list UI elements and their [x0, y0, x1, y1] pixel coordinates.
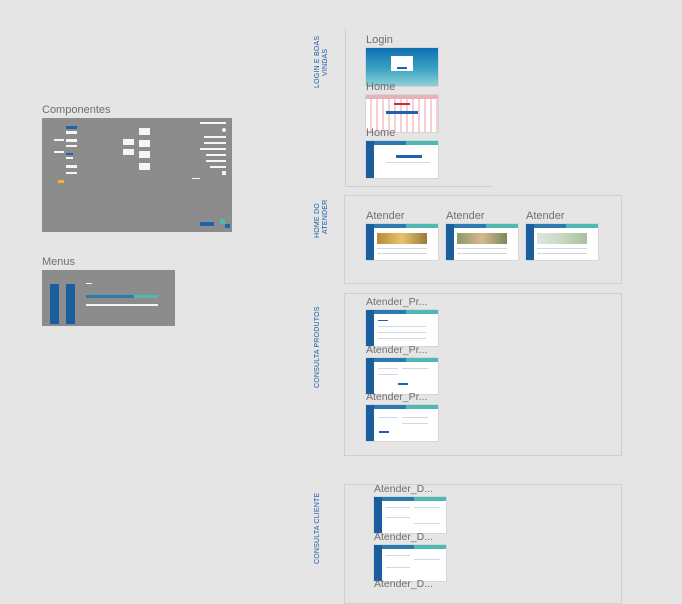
section-label-line: LOGIN E BOAS: [314, 35, 321, 88]
home-logo: [396, 155, 422, 158]
menu-sidebar: [50, 284, 59, 324]
frame-title-componentes[interactable]: Componentes: [42, 104, 111, 116]
frame-title-home-2[interactable]: Home: [366, 127, 395, 139]
component-card: [123, 139, 134, 145]
component-icon: [225, 224, 230, 228]
section-label-line: CONSULTA PRODUTOS: [314, 306, 321, 388]
produto-button: [398, 383, 408, 385]
frame-atender-1[interactable]: [366, 224, 438, 260]
component-field: [210, 166, 226, 168]
frame-title-atender-1[interactable]: Atender: [366, 210, 405, 222]
component-warning-tag: [58, 180, 64, 183]
login-button: [397, 67, 407, 69]
component-field: [200, 148, 226, 150]
section-label-consulta-produtos: CONSULTA PRODUTOS: [314, 306, 322, 388]
section-label-line: VINDAS: [322, 48, 329, 76]
component-field: [204, 136, 226, 138]
component-card: [139, 151, 150, 158]
component-checkbox: [222, 171, 226, 175]
menu-line: [86, 304, 158, 306]
produto-button: [379, 431, 389, 433]
frame-title-atender-2[interactable]: Atender: [446, 210, 485, 222]
home-grid-header: [366, 95, 438, 99]
atender-banner: [537, 233, 587, 244]
frame-title-atender-produtos-2[interactable]: Atender_Pr...: [366, 344, 427, 356]
menu-sidebar-expanded: [66, 284, 75, 324]
home-grid-title: [394, 103, 410, 105]
section-label-line: HOME DO: [314, 203, 321, 238]
component-radio: [222, 128, 226, 132]
component-card: [139, 163, 150, 170]
menu-line: [86, 283, 92, 284]
frame-title-atender-produtos-1[interactable]: Atender_Pr...: [366, 296, 427, 308]
component-card: [139, 140, 150, 147]
frame-atender-3[interactable]: [526, 224, 598, 260]
frame-title-atender-dados-3[interactable]: Atender_D...: [374, 578, 433, 590]
component-input: [66, 165, 77, 168]
component-input: [66, 139, 77, 142]
frame-title-menus[interactable]: Menus: [42, 256, 75, 268]
frame-title-atender-dados-1[interactable]: Atender_D...: [374, 483, 433, 495]
frame-atender-2[interactable]: [446, 224, 518, 260]
section-label-home-atender: HOME DO ATENDER: [314, 200, 330, 238]
component-field: [206, 160, 226, 162]
frame-title-home[interactable]: Home: [366, 81, 395, 93]
component-card: [123, 149, 134, 155]
component-line: [192, 178, 200, 179]
component-input: [66, 131, 77, 134]
section-label-login: LOGIN E BOAS VINDAS: [314, 36, 330, 88]
home-grid-logo: [386, 111, 418, 114]
component-field: [200, 122, 226, 124]
component-field: [204, 142, 226, 144]
component-input: [66, 145, 77, 147]
frame-home[interactable]: [366, 141, 438, 178]
section-divider-vertical: [345, 28, 346, 186]
frame-title-atender-dados-2[interactable]: Atender_D...: [374, 531, 433, 543]
section-label-line: ATENDER: [322, 199, 329, 234]
frame-atender-dados-1[interactable]: [374, 497, 446, 533]
section-label-line: CONSULTA CLIENTE: [314, 492, 321, 564]
frame-atender-produtos-1[interactable]: [366, 310, 438, 346]
frame-title-login[interactable]: Login: [366, 34, 393, 46]
frame-atender-produtos-2[interactable]: [366, 358, 438, 394]
component-card: [139, 128, 150, 135]
component-logo: [200, 222, 214, 226]
section-divider-horizontal: [345, 186, 493, 187]
componentes-frame[interactable]: [42, 118, 232, 232]
component-field: [206, 154, 226, 156]
frame-title-atender-produtos-3[interactable]: Atender_Pr...: [366, 391, 427, 403]
frame-atender-dados-2[interactable]: [374, 545, 446, 581]
frame-title-atender-3[interactable]: Atender: [526, 210, 565, 222]
menu-header-accent: [134, 295, 158, 298]
menus-frame[interactable]: [42, 270, 175, 326]
component-input: [54, 151, 64, 153]
atender-banner: [377, 233, 427, 244]
component-input: [66, 172, 77, 174]
frame-atender-produtos-3[interactable]: [366, 405, 438, 441]
atender-banner: [457, 233, 507, 244]
component-tag: [66, 153, 73, 155]
component-tag: [66, 157, 73, 159]
section-label-consulta-cliente: CONSULTA CLIENTE: [314, 493, 322, 564]
component-button: [66, 126, 77, 129]
component-input: [54, 139, 64, 141]
